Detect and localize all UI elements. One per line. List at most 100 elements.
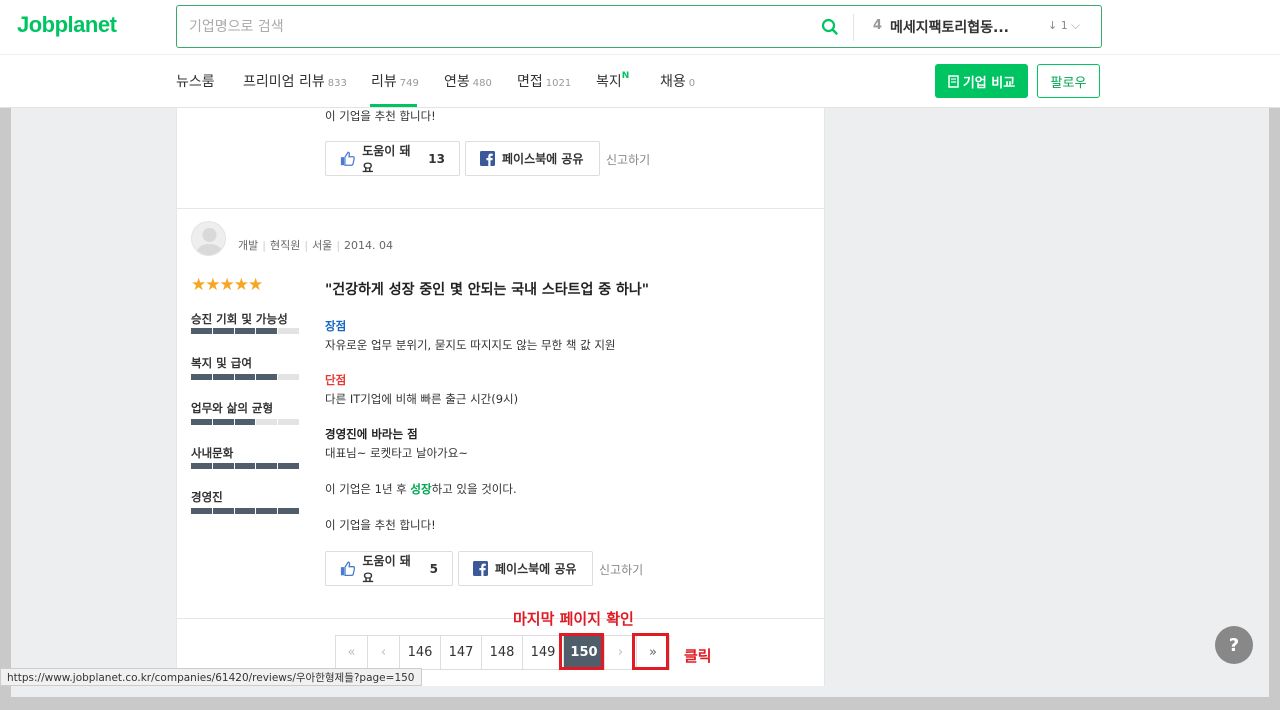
- thumbs-up-icon: [340, 151, 355, 166]
- outlook-text: 이 기업은 1년 후 성장하고 있을 것이다.: [325, 482, 517, 496]
- annotation-highlight-current-page: [559, 633, 604, 670]
- rating-segment: [234, 508, 256, 514]
- right-sidebar: [825, 108, 1269, 686]
- ranking-number: 4: [873, 18, 883, 33]
- rating-segment: [278, 463, 299, 469]
- first-page-button[interactable]: «: [336, 636, 368, 669]
- tab-salary[interactable]: 연봉 480: [444, 71, 492, 91]
- site-header: Jobplanet 4 메세지팩토리협동... ↓ 1 ⌵ 뉴스룸 프리미엄 리…: [0, 0, 1280, 108]
- rating-segment: [191, 328, 212, 334]
- pros-label: 장점: [325, 319, 347, 333]
- rating-segment: [212, 508, 234, 514]
- facebook-icon: [480, 151, 495, 166]
- new-badge: N: [621, 71, 630, 81]
- facebook-share-button[interactable]: 페이스북에 공유: [458, 551, 593, 586]
- rating-segment: [234, 328, 256, 334]
- compare-companies-button[interactable]: 기업 비교: [935, 64, 1028, 98]
- annotation-last-page: 마지막 페이지 확인: [513, 610, 634, 628]
- rating-segment: [212, 328, 234, 334]
- tab-jobs[interactable]: 채용 0: [660, 71, 695, 91]
- rating-segment: [278, 328, 299, 334]
- review-divider: [177, 618, 826, 619]
- facebook-share-button[interactable]: 페이스북에 공유: [465, 141, 600, 176]
- tab-newsroom[interactable]: 뉴스룸: [176, 71, 215, 91]
- rating-segment: [212, 419, 234, 425]
- ranking-change: ↓ 1: [1048, 19, 1068, 32]
- category-label: 경영진: [191, 490, 223, 504]
- rating-segment: [234, 419, 256, 425]
- rating-segment: [191, 463, 212, 469]
- category-label: 사내문화: [191, 446, 234, 460]
- category-label: 승진 기회 및 가능성: [191, 312, 288, 326]
- annotation-click: 클릭: [684, 647, 712, 665]
- rating-segment: [191, 419, 212, 425]
- rating-segment: [256, 508, 278, 514]
- page-148[interactable]: 148: [482, 636, 523, 669]
- avatar: [191, 221, 226, 256]
- jobplanet-logo[interactable]: Jobplanet: [17, 12, 117, 38]
- star-rating: ★★★★★: [191, 275, 263, 295]
- report-link[interactable]: 신고하기: [599, 561, 643, 578]
- advice-label: 경영진에 바라는 점: [325, 427, 418, 441]
- rating-segment: [212, 374, 234, 380]
- rating-segment: [256, 374, 278, 380]
- prev-page-button[interactable]: ‹: [368, 636, 400, 669]
- facebook-icon: [473, 561, 488, 576]
- search-icon[interactable]: [820, 17, 840, 37]
- search-bar[interactable]: 4 메세지팩토리협동... ↓ 1 ⌵: [176, 5, 1102, 48]
- thumbs-up-icon: [340, 561, 356, 576]
- search-input[interactable]: [189, 14, 809, 40]
- rating-bar-0: [191, 328, 299, 334]
- header-divider: [0, 54, 1280, 55]
- tab-benefits[interactable]: 복지N: [596, 71, 629, 91]
- category-label: 복지 및 급여: [191, 356, 252, 370]
- rating-segment: [256, 328, 278, 334]
- advice-text: 대표님~ 로켓타고 날아가요~: [325, 446, 468, 460]
- review-list: 이 기업을 추천 합니다! 도움이 돼요 13 페이스북에 공유 신고하기 개발…: [176, 108, 826, 686]
- tab-premium-review[interactable]: 프리미엄 리뷰 833: [243, 71, 347, 91]
- rating-segment: [278, 508, 299, 514]
- rating-bar-2: [191, 419, 299, 425]
- rating-bar-1: [191, 374, 299, 380]
- annotation-highlight-last-button: [632, 633, 669, 670]
- rating-segment: [234, 374, 256, 380]
- cons-text: 다른 IT기업에 비해 빠른 출근 시간(9시): [325, 392, 519, 406]
- page-147[interactable]: 147: [441, 636, 482, 669]
- building-icon: [948, 74, 959, 88]
- rating-segment: [278, 374, 299, 380]
- rating-segment: [191, 508, 212, 514]
- helpful-count: 5: [429, 561, 438, 576]
- page-146[interactable]: 146: [400, 636, 441, 669]
- report-link[interactable]: 신고하기: [606, 151, 650, 168]
- active-tab-indicator: [370, 104, 417, 107]
- rating-bar-4: [191, 508, 299, 514]
- chevron-down-icon[interactable]: ⌵: [1071, 18, 1080, 33]
- search-divider: [853, 14, 854, 41]
- helpful-button[interactable]: 도움이 돼요 5: [325, 551, 453, 586]
- helpful-count: 13: [428, 151, 445, 166]
- cons-label: 단점: [325, 373, 347, 387]
- review-divider: [177, 208, 826, 209]
- recommend-text: 이 기업을 추천 합니다!: [325, 518, 436, 532]
- category-label: 업무와 삶의 균형: [191, 401, 274, 415]
- help-button[interactable]: ?: [1215, 626, 1253, 664]
- review-title: "건강하게 성장 중인 몇 안되는 국내 스타트업 중 하나": [325, 282, 650, 298]
- helpful-button[interactable]: 도움이 돼요 13: [325, 141, 460, 176]
- tab-review[interactable]: 리뷰 749: [371, 71, 419, 91]
- rating-segment: [256, 463, 278, 469]
- status-bar-url: https://www.jobplanet.co.kr/companies/61…: [0, 668, 422, 686]
- rating-segment: [256, 419, 278, 425]
- pros-text: 자유로운 업무 분위기, 묻지도 따지지도 않는 무한 책 값 지원: [325, 338, 616, 352]
- rating-segment: [278, 419, 299, 425]
- pagination: « ‹ 146 147 148 149 150 › »: [335, 635, 670, 670]
- rating-bar-3: [191, 463, 299, 469]
- outlook-keyword: 성장: [410, 482, 432, 496]
- follow-button[interactable]: 팔로우: [1037, 64, 1100, 98]
- prev-recommend-text: 이 기업을 추천 합니다!: [325, 109, 436, 123]
- page-149[interactable]: 149: [523, 636, 564, 669]
- ranking-company-name[interactable]: 메세지팩토리협동...: [890, 17, 1009, 37]
- tab-interview[interactable]: 면접 1021: [517, 71, 571, 91]
- rating-segment: [212, 463, 234, 469]
- review-meta: 개발 | 현직원 | 서울 | 2014. 04: [238, 239, 394, 252]
- rating-segment: [234, 463, 256, 469]
